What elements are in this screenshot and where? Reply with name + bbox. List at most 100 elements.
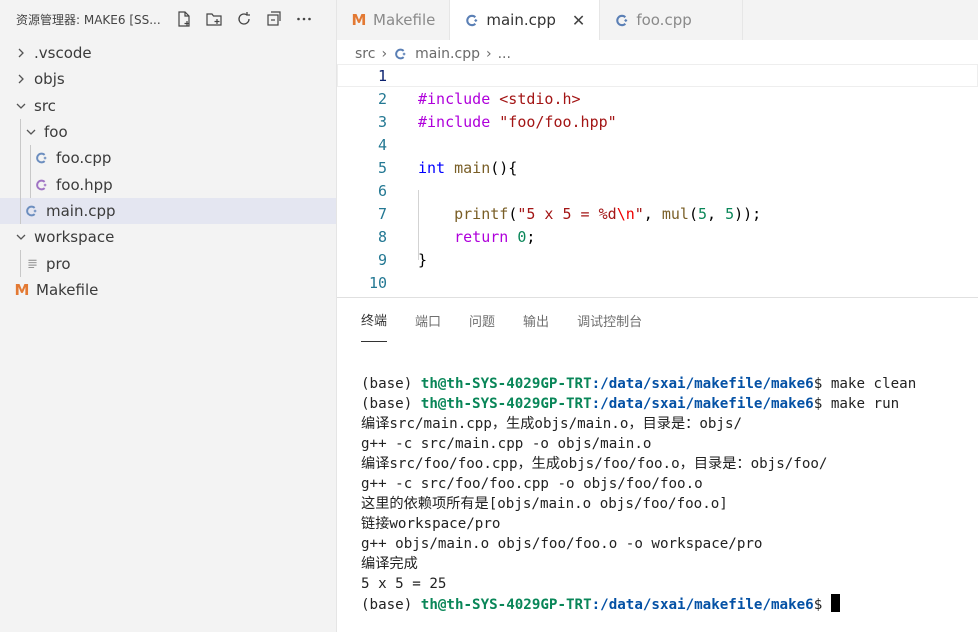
tree-item-workspace[interactable]: workspace — [0, 224, 336, 250]
line-number: 3 — [377, 112, 387, 131]
panel-tab-ports[interactable]: 端口 — [415, 298, 441, 342]
tree-item-vscode[interactable]: .vscode — [0, 40, 336, 66]
more-actions-icon[interactable] — [293, 8, 315, 30]
tree-item-pro[interactable]: pro — [0, 250, 336, 277]
terminal-output-line: 编译完成 — [361, 556, 418, 572]
code-line[interactable]: 9} — [337, 248, 978, 271]
tree-item-makefile[interactable]: M Makefile — [0, 277, 336, 303]
prompt-path: :/data/sxai/makefile/make6 — [591, 597, 814, 613]
tree-item-foo-cpp[interactable]: foo.cpp — [0, 145, 336, 172]
code-text: return 0; — [454, 227, 536, 246]
terminal-output-line: 链接workspace/pro — [361, 516, 501, 532]
panel-tab-debug-console[interactable]: 调试控制台 — [577, 298, 642, 342]
line-number: 5 — [377, 158, 387, 177]
hpp-icon — [34, 177, 50, 193]
code-line[interactable]: 10 — [337, 271, 978, 294]
code-line[interactable]: 8 return 0; — [337, 225, 978, 248]
tree-item-label: foo — [44, 123, 68, 142]
code-line[interactable]: 1 — [337, 64, 978, 87]
chevron-right-icon — [14, 46, 28, 60]
tree-item-label: pro — [46, 254, 71, 273]
close-icon[interactable]: ✕ — [572, 11, 585, 30]
code-line[interactable]: 7 printf("5 x 5 = %d\n", mul(5, 5)); — [337, 202, 978, 225]
editor-tabs: M Makefile main.cpp ✕ foo.cpp — [337, 0, 978, 40]
tab-foo-cpp[interactable]: foo.cpp — [600, 0, 743, 40]
tree-item-label: src — [34, 96, 56, 115]
chevron-right-icon: › — [485, 46, 492, 62]
code-line[interactable]: 5 int main(){ — [337, 156, 978, 179]
terminal-prompt-line: (base) th@th-SYS-4029GP-TRT:/data/sxai/m… — [361, 374, 978, 394]
chevron-down-icon — [24, 125, 38, 139]
tree-item-label: main.cpp — [46, 201, 116, 220]
panel-tab-problems[interactable]: 问题 — [469, 298, 495, 342]
terminal-output-line: 5 x 5 = 25 — [361, 576, 447, 592]
collapse-all-icon[interactable] — [263, 8, 285, 30]
tree-item-main-cpp[interactable]: main.cpp — [0, 197, 336, 225]
code-text: } — [418, 250, 428, 269]
prompt-symbol: $ — [813, 396, 831, 412]
new-folder-icon[interactable] — [203, 8, 225, 30]
cpp-icon — [614, 12, 630, 28]
breadcrumb-src[interactable]: src — [355, 46, 375, 62]
prompt-symbol: $ — [813, 376, 831, 392]
tree-item-src[interactable]: src — [0, 93, 336, 119]
terminal-output-line: g++ -c src/main.cpp -o objs/main.o — [361, 436, 652, 452]
code-text: #include "foo/foo.hpp" — [418, 112, 617, 131]
prompt-symbol: $ — [813, 597, 831, 613]
refresh-icon[interactable] — [233, 8, 255, 30]
code-text: #include <stdio.h> — [418, 89, 581, 108]
panel-tabs: 终端 端口 问题 输出 调试控制台 — [337, 298, 978, 342]
breadcrumb-more[interactable]: ... — [498, 46, 511, 62]
code-editor[interactable]: 1 2 #include <stdio.h> 3 #include "foo/foo.h… — [337, 64, 978, 296]
prompt-path: :/data/sxai/makefile/make6 — [591, 376, 814, 392]
cpp-icon — [464, 12, 480, 28]
terminal-prompt-line: (base) th@th-SYS-4029GP-TRT:/data/sxai/m… — [361, 594, 978, 615]
tree-item-objs[interactable]: objs — [0, 66, 336, 92]
terminal-output-line: g++ objs/main.o objs/foo/foo.o -o worksp… — [361, 536, 763, 552]
panel-tab-terminal[interactable]: 终端 — [361, 298, 388, 342]
code-text: int main(){ — [418, 158, 518, 177]
line-number: 2 — [377, 89, 387, 108]
cpp-icon — [34, 150, 50, 166]
file-icon — [24, 256, 40, 272]
tab-label: main.cpp — [486, 11, 556, 29]
tree-item-label: workspace — [34, 228, 115, 247]
code-line[interactable]: 3 #include "foo/foo.hpp" — [337, 110, 978, 133]
code-line[interactable]: 6 — [337, 179, 978, 202]
prompt-user-host: th@th-SYS-4029GP-TRT — [420, 396, 592, 412]
panel-tab-output[interactable]: 输出 — [523, 298, 549, 342]
bottom-panel: 终端 端口 问题 输出 调试控制台 (base) th@th-SYS-4029G… — [337, 297, 978, 632]
breadcrumb-file[interactable]: main.cpp — [415, 46, 480, 62]
chevron-right-icon: › — [381, 46, 388, 62]
terminal-output-line: 编译src/main.cpp，生成objs/main.o，目录是：objs/ — [361, 416, 743, 432]
terminal-prompt-line: (base) th@th-SYS-4029GP-TRT:/data/sxai/m… — [361, 394, 978, 414]
tree-indent-guide — [20, 118, 21, 146]
tree-item-label: objs — [34, 70, 65, 89]
tree-indent-guide — [20, 197, 21, 225]
line-number: 4 — [377, 135, 387, 154]
explorer-header: 资源管理器: MAKE6 [SS... — [0, 0, 336, 38]
code-line[interactable]: 4 — [337, 133, 978, 156]
chevron-right-icon — [14, 72, 28, 86]
tree-indent-guide — [20, 145, 21, 172]
terminal-output[interactable]: (base) th@th-SYS-4029GP-TRT:/data/sxai/m… — [361, 374, 978, 615]
prompt-env: (base) — [361, 396, 421, 412]
new-file-icon[interactable] — [173, 8, 195, 30]
tree-item-foo-hpp[interactable]: foo.hpp — [0, 171, 336, 198]
tree-item-label: foo.cpp — [56, 149, 112, 168]
makefile-icon: M — [14, 280, 30, 299]
tree-item-label: foo.hpp — [56, 175, 113, 194]
prompt-path: :/data/sxai/makefile/make6 — [591, 396, 814, 412]
code-line[interactable]: 2 #include <stdio.h> — [337, 87, 978, 110]
line-number: 7 — [377, 204, 387, 223]
tab-main-cpp[interactable]: main.cpp ✕ — [450, 0, 601, 40]
cpp-icon — [24, 203, 40, 219]
tab-makefile[interactable]: M Makefile — [337, 0, 451, 40]
tree-item-foo[interactable]: foo — [0, 118, 336, 146]
line-number: 9 — [377, 250, 387, 269]
tab-label: Makefile — [373, 11, 436, 29]
prompt-env: (base) — [361, 376, 421, 392]
line-number: 6 — [377, 181, 387, 200]
line-number: 1 — [377, 66, 387, 85]
file-tree: .vscode objs src foo foo.cpp foo.hpp main.cpp w… — [0, 40, 336, 303]
